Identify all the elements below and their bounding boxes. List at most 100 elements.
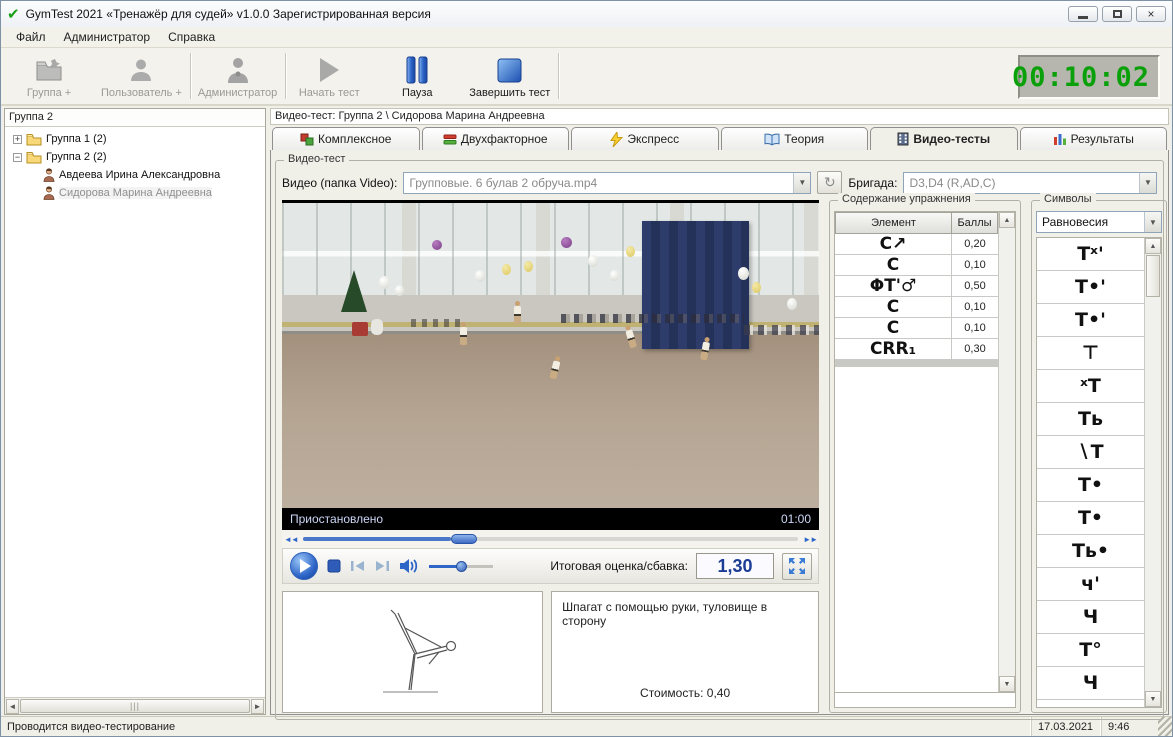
play-button[interactable] [289, 551, 319, 581]
refresh-video-button[interactable]: ↻ [817, 171, 842, 194]
symbol-item[interactable]: Т•' [1037, 271, 1144, 304]
element-points: 0,10 [952, 297, 998, 317]
tab[interactable]: Теория [721, 127, 869, 150]
element-cost: Стоимость: 0,40 [562, 686, 808, 704]
tree-expander-icon[interactable]: + [13, 135, 22, 144]
tree-item[interactable]: Сидорова Марина Андреевна [5, 184, 265, 202]
element-symbol: CRR₁ [835, 339, 952, 359]
gym-curtain [642, 221, 749, 349]
symbols-scrollbar[interactable]: ▲ ▼ [1144, 238, 1161, 707]
volume-slider[interactable] [429, 565, 493, 568]
seek-bar[interactable]: ◄◄ ►► [282, 530, 819, 548]
seek-back-icon[interactable]: ◄◄ [284, 535, 298, 544]
previous-button[interactable] [349, 560, 366, 572]
menu-item[interactable]: Администратор [55, 28, 160, 46]
chevron-down-icon[interactable]: ▼ [1144, 212, 1161, 232]
symbol-item[interactable]: Ч [1037, 667, 1144, 700]
symbol-item[interactable]: ∖Т [1037, 436, 1144, 469]
exercise-row[interactable]: C↗ 0,20 [835, 234, 998, 255]
exercise-row[interactable]: CRR₁ 0,30 [835, 339, 998, 360]
user-icon [43, 186, 55, 200]
tab[interactable]: Двухфакторное [422, 127, 570, 150]
play-icon [316, 55, 342, 85]
symbol-category-select[interactable]: Равновесия ▼ [1036, 211, 1162, 233]
scroll-thumb[interactable]: ||| [20, 699, 250, 713]
spectators [561, 314, 744, 323]
symbol-item[interactable]: Т• [1037, 469, 1144, 502]
menu-item[interactable]: Файл [7, 28, 55, 46]
scroll-right-icon[interactable]: ► [251, 699, 264, 714]
next-button[interactable] [374, 560, 391, 572]
tab[interactable]: Результаты [1020, 127, 1168, 150]
scroll-left-icon[interactable]: ◄ [6, 699, 19, 714]
symbol-item[interactable]: Ч [1037, 601, 1144, 634]
exercise-content-groupbox: Содержание упражнения Элемент Баллы [829, 200, 1021, 713]
tab[interactable]: Комплексное [272, 127, 420, 150]
toolbar-button[interactable]: Администратор [190, 48, 285, 104]
tree-item[interactable]: + Группа 1 (2) [5, 130, 265, 148]
tree-item[interactable]: − Группа 2 (2) [5, 148, 265, 166]
chart-icon [1053, 132, 1067, 146]
stop-button[interactable] [327, 559, 341, 573]
scroll-up-icon[interactable]: ▲ [1145, 238, 1161, 254]
folder-icon [26, 133, 42, 146]
scroll-down-icon[interactable]: ▼ [1145, 691, 1161, 707]
brigade-select[interactable]: D3,D4 (R,AD,C) ▼ [903, 172, 1157, 194]
minimize-button[interactable] [1068, 6, 1098, 22]
toolbar-button[interactable]: Группа + [5, 48, 93, 104]
exercise-row[interactable]: ΦТ'♂ 0,50 [835, 276, 998, 297]
exercise-row[interactable]: C 0,10 [835, 297, 998, 318]
symbol-item[interactable]: Тˣ' [1037, 238, 1144, 271]
video-file-select[interactable]: Групповые. 6 булав 2 обруча.mp4 ▼ [403, 172, 811, 194]
toolbar: Группа + Пользователь + Администратор На… [1, 48, 1172, 106]
volume-thumb[interactable] [456, 561, 467, 572]
symbol-item[interactable]: Ть• [1037, 535, 1144, 568]
seek-thumb[interactable] [451, 534, 477, 544]
blocks-icon [300, 132, 314, 146]
groupbox-label: Символы [1040, 193, 1096, 205]
seek-forward-icon[interactable]: ►► [803, 535, 817, 544]
video-frame [282, 203, 819, 508]
groups-tree: + Группа 1 (2) − Группа 2 (2) Авдеева [5, 127, 265, 697]
groupbox-label: Содержание упражнения [838, 193, 975, 205]
element-symbol: C [835, 318, 952, 338]
symbol-item[interactable]: Ть [1037, 403, 1144, 436]
tree-item[interactable]: Авдеева Ирина Александровна [5, 166, 265, 184]
chevron-down-icon[interactable]: ▼ [793, 173, 810, 193]
toolbar-button[interactable]: Начать тест [285, 48, 373, 104]
volume-icon[interactable] [399, 558, 419, 574]
symbol-item[interactable]: ч' [1037, 568, 1144, 601]
window-title: GymTest 2021 «Тренажёр для судей» v1.0.0… [26, 7, 431, 21]
toolbar-button[interactable]: Пауза [373, 48, 461, 104]
symbol-item[interactable]: Т•' [1037, 304, 1144, 337]
fullscreen-button[interactable] [782, 553, 812, 580]
symbol-item[interactable]: Т• [1037, 502, 1144, 535]
video-player[interactable]: Приостановлено 01:00 [282, 200, 819, 530]
close-button[interactable]: × [1136, 6, 1166, 22]
refresh-icon: ↻ [824, 174, 836, 191]
scroll-thumb[interactable] [1146, 255, 1160, 297]
exercise-scrollbar[interactable]: ▲ ▼ [998, 212, 1015, 692]
column-header-element[interactable]: Элемент [835, 212, 952, 234]
chevron-down-icon[interactable]: ▼ [1139, 173, 1156, 193]
tree-expander-icon[interactable]: − [13, 153, 22, 162]
toolbar-button[interactable]: Завершить тест [461, 48, 558, 104]
seek-track[interactable] [303, 537, 798, 541]
tree-horizontal-scrollbar[interactable]: ◄ ||| ► [5, 697, 265, 714]
column-header-points[interactable]: Баллы [952, 212, 998, 234]
toolbar-button[interactable]: Пользователь + [93, 48, 190, 104]
symbol-item[interactable]: ⊤ [1037, 337, 1144, 370]
exercise-row[interactable] [835, 366, 998, 367]
exercise-row[interactable]: C 0,10 [835, 318, 998, 339]
gymnast [513, 301, 522, 328]
tab[interactable]: Экспресс [571, 127, 719, 150]
scroll-down-icon[interactable]: ▼ [999, 676, 1015, 692]
maximize-button[interactable] [1102, 6, 1132, 22]
symbol-item[interactable]: Т° [1037, 634, 1144, 667]
exercise-row[interactable]: C 0,10 [835, 255, 998, 276]
tab[interactable]: Видео-тесты [870, 127, 1018, 150]
symbol-item[interactable]: ˣТ [1037, 370, 1144, 403]
element-figure-panel [282, 591, 543, 713]
menu-item[interactable]: Справка [159, 28, 224, 46]
scroll-up-icon[interactable]: ▲ [999, 212, 1015, 228]
